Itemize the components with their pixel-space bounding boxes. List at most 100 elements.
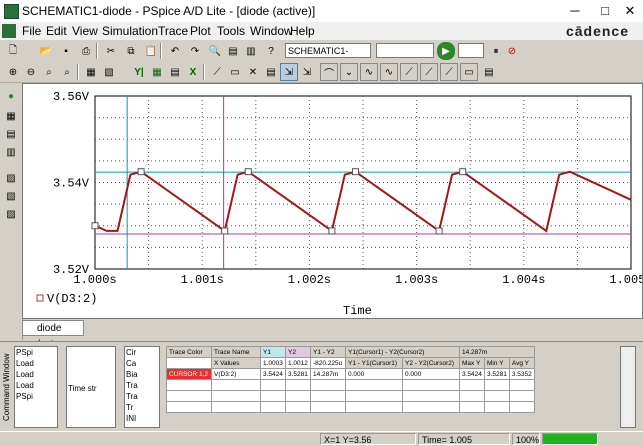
cursor-trough-icon[interactable]: ⌒ (320, 63, 338, 81)
output-list[interactable]: PSpi Load Load Load PSpi (14, 346, 58, 428)
eval-icon[interactable]: ▦ (148, 63, 166, 81)
list-item: PSpi (16, 348, 33, 357)
voltage-marker-icon[interactable]: ▧ (2, 169, 20, 187)
waveform-plot[interactable]: 1.000s1.001s1.002s1.003s1.004s1.005s3.56… (23, 84, 643, 318)
cursor-peak-icon[interactable]: ⇲ (298, 63, 316, 81)
tab-diode[interactable]: diode (act... (22, 320, 84, 350)
cadence-logo: cādence (565, 23, 629, 39)
trace-marker (221, 227, 229, 235)
y-axis-icon[interactable]: Y| (130, 63, 148, 81)
zoom-in-icon[interactable]: ⊕ (4, 63, 22, 81)
log-x-icon[interactable]: ▦ (82, 63, 100, 81)
profile-select[interactable]: SCHEMATIC1-diode (285, 43, 371, 71)
cursor-min-icon[interactable]: ∿ (360, 63, 378, 81)
output-file-icon[interactable]: ▤ (2, 125, 20, 143)
cursor-next-icon[interactable]: ⟋ (440, 63, 458, 81)
menu-edit[interactable]: Edit (46, 24, 67, 38)
table-header: Avg Y (508, 357, 535, 369)
time-step-panel[interactable]: Time str (66, 346, 116, 428)
cursor-point-icon[interactable]: ⟋ (400, 63, 418, 81)
find-icon[interactable]: 🔍 (206, 42, 224, 60)
menu-plot[interactable]: Plot (190, 24, 211, 38)
menu-window[interactable]: Window (250, 24, 293, 38)
trace-combo[interactable] (376, 43, 434, 58)
time-step-label: Time str (68, 384, 97, 393)
run-icon[interactable]: ▶ (437, 42, 455, 60)
plot-window[interactable]: 1.000s1.001s1.002s1.003s1.004s1.005s3.56… (22, 83, 643, 319)
redo-icon[interactable]: ↷ (186, 42, 204, 60)
list-item: Cir (126, 348, 137, 357)
trace-marker (435, 227, 443, 235)
label-icon[interactable]: ▭ (226, 63, 244, 81)
settings-icon[interactable]: ▦ (2, 107, 20, 125)
table-header: Y2 - Y2(Cursor2) (402, 357, 460, 369)
table-header: Y1(Cursor1) - Y2(Cursor2) (345, 346, 460, 358)
simulate-icon[interactable]: ● (2, 87, 20, 105)
trace-marker (244, 168, 252, 176)
standard-toolbar: 🗋 📂 ▪ ⎙ ✂ ⧉ 📋 ↶ ↷ 🔍 ▤ ▥ ? SCHEMATIC1-dio… (0, 40, 643, 71)
fft-icon[interactable]: ▧ (100, 63, 118, 81)
table-cell: 1.0003 (260, 357, 286, 369)
display-control-icon[interactable]: ▤ (480, 63, 498, 81)
cursor-search-icon[interactable]: ⟋ (420, 63, 438, 81)
copy-icon[interactable]: ⧉ (122, 42, 140, 60)
menu-help[interactable]: Help (290, 24, 315, 38)
list-item: Load (16, 370, 34, 379)
bias-icon[interactable]: ▨ (2, 205, 20, 223)
list-item: PSpi (16, 392, 33, 401)
table-cell: 3.5281 (484, 368, 510, 380)
properties-icon[interactable]: ▥ (242, 42, 260, 60)
sim-combo[interactable] (458, 43, 484, 58)
x-axis-title: Time (343, 304, 372, 318)
trace-marker (351, 168, 359, 176)
doc-icon[interactable] (2, 24, 16, 38)
zoom-fit-icon[interactable]: ⌕ (58, 63, 76, 81)
bookmark-icon[interactable]: ▤ (224, 42, 242, 60)
add-trace-icon[interactable]: ▤ (166, 63, 184, 81)
help-icon[interactable]: ? (262, 42, 280, 60)
open-icon[interactable]: 📂 (37, 42, 55, 60)
trace-marker (91, 222, 99, 230)
paste-icon[interactable]: 📋 (142, 42, 160, 60)
add-plot-icon[interactable]: ⟋ (208, 63, 226, 81)
menu-simulation[interactable]: Simulation (102, 24, 158, 38)
zoom-area-icon[interactable]: ⌕ (40, 63, 58, 81)
minimize-icon[interactable]: ─ (560, 1, 590, 21)
current-marker-icon[interactable]: ▧ (2, 187, 20, 205)
cursor-toggle-icon[interactable]: ⇲ (280, 63, 298, 81)
cut-icon[interactable]: ✂ (102, 42, 120, 60)
delete-traces-icon[interactable]: X (184, 63, 202, 81)
waveform-icon[interactable]: ▥ (2, 143, 20, 161)
list-item: Tra (126, 381, 138, 390)
plot-toolbar: ⊕ ⊖ ⌕ ⌕ ▦ ▧ Y| ▦ ▤ X ⟋ ▭ ✕ ▤ ⇲ ⇲ ⌒ ⌄ ∿ ∿… (0, 61, 643, 83)
x-tick-label: 1.005s (609, 273, 642, 287)
close-icon[interactable]: ✕ (615, 1, 643, 21)
x-tick-label: 1.003s (395, 273, 438, 287)
cursor-row-label[interactable]: CURSOR 1,2 (166, 368, 212, 380)
simulation-status-list[interactable]: Cir Ca Bia Tra Tra Tr INI (124, 346, 160, 428)
stop-icon[interactable]: ⊘ (503, 42, 521, 60)
undo-icon[interactable]: ↶ (166, 42, 184, 60)
new-icon[interactable]: 🗋 (4, 42, 22, 60)
save-icon[interactable]: ▪ (57, 42, 75, 60)
table-header: 14.287m (459, 346, 535, 358)
mark-data-icon[interactable]: ✕ (244, 63, 262, 81)
cursor-label-icon[interactable]: ▭ (460, 63, 478, 81)
table-cell: 3.5424 (459, 368, 485, 380)
status-bar: X=1 Y=3.56 Time= 1.005 100% (0, 431, 643, 446)
left-toolbar: ● ▦ ▤ ▥ ▧ ▧ ▨ (0, 83, 23, 340)
menu-view[interactable]: View (72, 24, 98, 38)
menu-trace[interactable]: Trace (158, 24, 188, 38)
print-icon[interactable]: ⎙ (77, 42, 95, 60)
cursor-max-icon[interactable]: ∿ (380, 63, 398, 81)
menu-tools[interactable]: Tools (217, 24, 245, 38)
zoom-out-icon[interactable]: ⊖ (22, 63, 40, 81)
menu-file[interactable]: File (22, 24, 41, 38)
trace-marker (459, 168, 467, 176)
text-label-icon[interactable]: ▤ (262, 63, 280, 81)
cursor-slope-icon[interactable]: ⌄ (340, 63, 358, 81)
legend-marker (36, 294, 44, 302)
y-tick-label: 3.56V (53, 90, 90, 104)
status-zoom: 100% (512, 433, 540, 445)
scrollbar[interactable] (620, 346, 636, 428)
